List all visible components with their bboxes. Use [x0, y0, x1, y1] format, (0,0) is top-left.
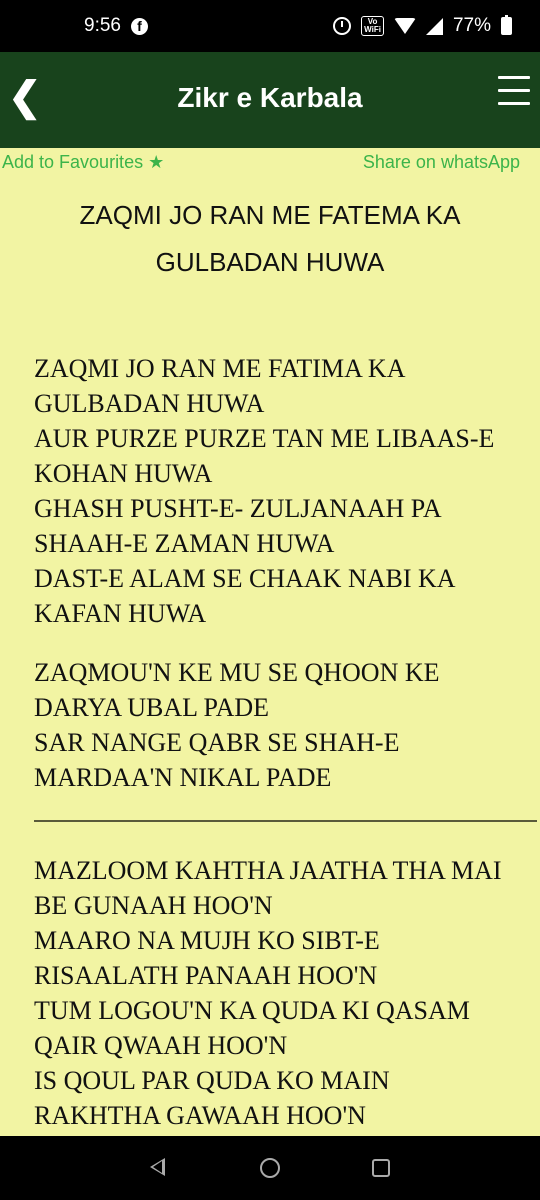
vowifi-icon: Vo WiFi [361, 16, 384, 36]
lyric-line: MAARO NA MUJH KO SIBT-E [34, 926, 380, 955]
signal-icon [425, 17, 443, 35]
lyric-line: GHASH PUSHT-E- ZULJANAAH PA [34, 494, 442, 523]
lyric-line: GULBADAN HUWA [34, 389, 265, 418]
share-whatsapp-link[interactable]: Share on whatsApp [363, 152, 520, 173]
status-left: 9:56 f [84, 0, 148, 52]
app-bar: ❮ Zikr e Karbala [0, 52, 540, 148]
lyric-line: TUM LOGOU'N KA QUDA KI QASAM [34, 996, 470, 1025]
lyric-line: KOHAN HUWA [34, 459, 213, 488]
lyric-line: AUR PURZE PURZE TAN ME LIBAAS-E [34, 424, 495, 453]
alarm-icon [333, 17, 352, 35]
stanza-divider [34, 820, 537, 822]
hamburger-menu-icon[interactable] [498, 76, 530, 106]
battery-percentage: 77% [452, 15, 491, 36]
lyric-line: QAIR QWAAH HOO'N [34, 1031, 288, 1060]
status-bar: 9:56 f Vo WiFi 77% [0, 0, 540, 52]
nav-home-icon[interactable] [260, 1158, 280, 1178]
lyric-line: RAKHTHA GAWAAH HOO'N [34, 1101, 366, 1130]
song-title: ZAQMI JO RAN ME FATEMA KA GULBADAN HUWA [20, 192, 520, 286]
facebook-icon: f [130, 17, 148, 35]
wifi-icon [393, 18, 416, 34]
lyrics-stanza-1: ZAQMI JO RAN ME FATIMA KA GULBADAN HUWA … [34, 351, 524, 631]
nav-back-icon[interactable] [150, 1158, 165, 1176]
battery-icon [501, 15, 512, 35]
app-title: Zikr e Karbala [177, 82, 363, 113]
system-nav-bar [0, 1136, 540, 1200]
lyric-line: BE GUNAAH HOO'N [34, 891, 273, 920]
song-title-line: ZAQMI JO RAN ME FATEMA KA [79, 200, 461, 230]
nav-recents-icon[interactable] [372, 1159, 390, 1177]
lyric-line: DARYA UBAL PADE [34, 693, 270, 722]
lyric-line: KAFAN HUWA [34, 599, 207, 628]
lyric-line: DAST-E ALAM SE CHAAK NABI KA [34, 564, 456, 593]
lyric-line: MAZLOOM KAHTHA JAATHA THA MAI [34, 856, 502, 885]
add-to-favourites-link[interactable]: Add to Favourites ★ [2, 152, 164, 173]
status-right: Vo WiFi 77% [333, 0, 512, 52]
lyrics-stanza-2: ZAQMOU'N KE MU SE QHOON KE DARYA UBAL PA… [34, 655, 524, 795]
lyric-line: ZAQMOU'N KE MU SE QHOON KE [34, 658, 440, 687]
status-time: 9:56 [84, 15, 121, 36]
lyric-line: SAR NANGE QABR SE SHAH-E [34, 728, 400, 757]
lyrics-stanza-3: MAZLOOM KAHTHA JAATHA THA MAI BE GUNAAH … [34, 853, 524, 1133]
song-title-line: GULBADAN HUWA [155, 247, 385, 277]
lyric-line: ZAQMI JO RAN ME FATIMA KA [34, 354, 406, 383]
lyric-line: MARDAA'N NIKAL PADE [34, 763, 332, 792]
lyric-line: SHAAH-E ZAMAN HUWA [34, 529, 335, 558]
lyric-line: RISAALATH PANAAH HOO'N [34, 961, 378, 990]
lyric-line: IS QOUL PAR QUDA KO MAIN [34, 1066, 390, 1095]
action-row: Add to Favourites ★ Share on whatsApp [0, 150, 540, 178]
